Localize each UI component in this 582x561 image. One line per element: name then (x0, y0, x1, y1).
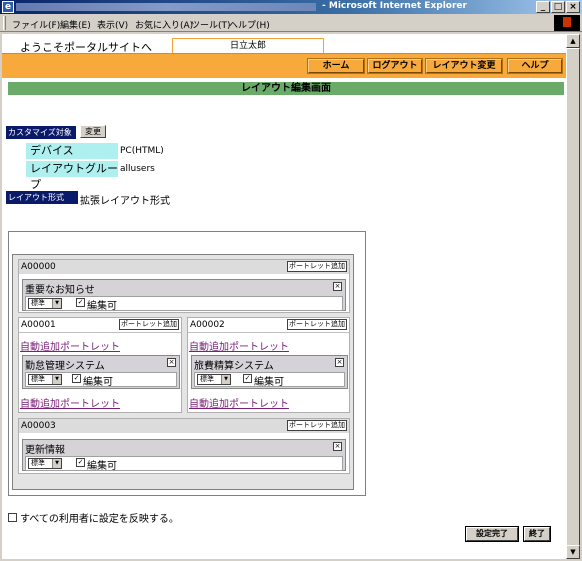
editable-checkbox[interactable]: ✓ (72, 374, 81, 383)
editable-label: 編集可 (254, 377, 284, 388)
window-title: - Microsoft Internet Explorer (322, 1, 467, 11)
close-icon[interactable]: × (167, 358, 176, 367)
area-a00002: A00002 ポートレット追加 自動追加ポートレット 旅費精算システム × 標準… (187, 317, 350, 413)
nav-bar: ホーム ログアウト レイアウト変更 ヘルプ (2, 53, 566, 78)
portlet-title: 重要なお知らせ (25, 285, 95, 296)
layout-type-value: 拡張レイアウト形式 (80, 196, 170, 207)
window-title-bar: e - Microsoft Internet Explorer _ □ × (0, 0, 582, 14)
portlet-settings-row: 標準 ▼ ✓ 編集可 (25, 372, 177, 388)
layout-change-button[interactable]: レイアウト変更 (425, 58, 503, 74)
menu-tools[interactable]: ツール(T) (191, 18, 231, 31)
display-mode-select[interactable]: 標準 ▼ (28, 458, 62, 469)
editable-checkbox[interactable]: ✓ (76, 458, 85, 467)
layout-group-value: allusers (120, 164, 155, 174)
portlet: 重要なお知らせ × 標準 ▼ ✓ 編集可 (22, 279, 346, 312)
display-mode-select[interactable]: 標準 ▼ (28, 374, 62, 385)
add-portlet-button[interactable]: ポートレット追加 (287, 319, 347, 330)
editable-checkbox[interactable]: ✓ (243, 374, 252, 383)
change-button[interactable]: 変更 (80, 125, 106, 138)
editable-label: 編集可 (87, 301, 117, 312)
menu-edit[interactable]: 編集(E) (60, 18, 91, 31)
area-header: A00000 ポートレット追加 (19, 260, 349, 275)
browser-viewport: ようこそポータルサイトへ 日立太郎 ホーム ログアウト レイアウト変更 ヘルプ … (2, 34, 566, 559)
page-title: レイアウト編集画面 (8, 82, 564, 95)
logout-button[interactable]: ログアウト (367, 58, 423, 74)
area-a00003: A00003 ポートレット追加 更新情報 × 標準 ▼ ✓ 編集可 (18, 418, 350, 474)
layout-type-tag: レイアウト形式 (6, 191, 78, 204)
editable-label: 編集可 (83, 377, 113, 388)
exit-button[interactable]: 終了 (523, 526, 551, 542)
menu-file[interactable]: ファイル(F) (12, 18, 60, 31)
layout-group-label: レイアウトグループ (26, 161, 118, 191)
settings-done-button[interactable]: 設定完了 (465, 526, 519, 542)
apply-all-checkbox[interactable] (8, 513, 17, 522)
editable-checkbox[interactable]: ✓ (76, 298, 85, 307)
add-portlet-button[interactable]: ポートレット追加 (119, 319, 179, 330)
portlet: 更新情報 × 標準 ▼ ✓ 編集可 (22, 439, 346, 472)
auto-add-portlet-link[interactable]: 自動追加ポートレット (189, 395, 289, 410)
portlet-settings-row: 標準 ▼ ✓ 編集可 (25, 456, 343, 472)
home-button[interactable]: ホーム (307, 58, 365, 74)
layout-editor-inner: A00000 ポートレット追加 重要なお知らせ × 標準 ▼ ✓ 編集可 A000… (12, 254, 354, 490)
customize-target-tag: カスタマイズ対象 (6, 126, 76, 139)
device-label: デバイス (26, 143, 118, 159)
close-icon[interactable]: × (335, 358, 344, 367)
maximize-icon[interactable]: □ (551, 1, 565, 13)
menu-help[interactable]: ヘルプ(H) (229, 18, 270, 31)
minimize-icon[interactable]: _ (536, 1, 550, 13)
menu-bar: ファイル(F) 編集(E) 表示(V) お気に入り(A) ツール(T) ヘルプ(… (0, 14, 582, 32)
window-controls: _ □ × (536, 1, 580, 13)
portlet: 勤怠管理システム × 標準 ▼ ✓ 編集可 (22, 355, 180, 389)
portlet-title: 更新情報 (25, 445, 65, 456)
device-value: PC(HTML) (120, 146, 164, 156)
auto-add-portlet-link[interactable]: 自動追加ポートレット (189, 338, 289, 353)
area-id: A00000 (21, 262, 56, 272)
area-id: A00002 (190, 320, 225, 330)
close-icon[interactable]: × (566, 1, 580, 13)
windows-logo-icon (554, 15, 580, 31)
auto-add-portlet-link[interactable]: 自動追加ポートレット (20, 338, 120, 353)
vertical-scrollbar[interactable]: ▲ ▼ (566, 34, 580, 559)
portlet: 旅費精算システム × 標準 ▼ ✓ 編集可 (191, 355, 348, 389)
editable-label: 編集可 (87, 461, 117, 472)
blurred-url (16, 3, 316, 11)
area-id: A00001 (21, 320, 56, 330)
scroll-up-icon[interactable]: ▲ (566, 34, 580, 48)
portlet-settings-row: 標準 ▼ ✓ 編集可 (25, 296, 343, 312)
add-portlet-button[interactable]: ポートレット追加 (287, 420, 347, 431)
scroll-thumb[interactable] (566, 48, 580, 546)
area-a00000: A00000 ポートレット追加 重要なお知らせ × 標準 ▼ ✓ 編集可 (18, 259, 350, 313)
toolbar-grip[interactable] (3, 16, 6, 30)
user-name: 日立太郎 (172, 38, 324, 54)
display-mode-select[interactable]: 標準 ▼ (197, 374, 231, 385)
close-icon[interactable]: × (333, 442, 342, 451)
help-button[interactable]: ヘルプ (507, 58, 563, 74)
chevron-down-icon: ▼ (52, 459, 61, 468)
portlet-title: 旅費精算システム (194, 361, 274, 372)
apply-all-label: すべての利用者に設定を反映する。 (20, 514, 179, 525)
area-header: A00001 ポートレット追加 (19, 318, 181, 333)
display-mode-select[interactable]: 標準 ▼ (28, 298, 62, 309)
area-id: A00003 (21, 421, 56, 431)
close-icon[interactable]: × (333, 282, 342, 291)
scroll-down-icon[interactable]: ▼ (566, 545, 580, 559)
menu-view[interactable]: 表示(V) (97, 18, 128, 31)
area-a00001: A00001 ポートレット追加 自動追加ポートレット 勤怠管理システム × 標準… (18, 317, 182, 413)
area-header: A00003 ポートレット追加 (19, 419, 349, 434)
auto-add-portlet-link[interactable]: 自動追加ポートレット (20, 395, 120, 410)
area-header: A00002 ポートレット追加 (188, 318, 349, 333)
menu-favorites[interactable]: お気に入り(A) (135, 18, 193, 31)
portlet-title: 勤怠管理システム (25, 361, 105, 372)
chevron-down-icon: ▼ (52, 375, 61, 384)
portlet-settings-row: 標準 ▼ ✓ 編集可 (194, 372, 345, 388)
chevron-down-icon: ▼ (52, 299, 61, 308)
ie-icon[interactable]: e (2, 1, 14, 13)
chevron-down-icon: ▼ (221, 375, 230, 384)
add-portlet-button[interactable]: ポートレット追加 (287, 261, 347, 272)
